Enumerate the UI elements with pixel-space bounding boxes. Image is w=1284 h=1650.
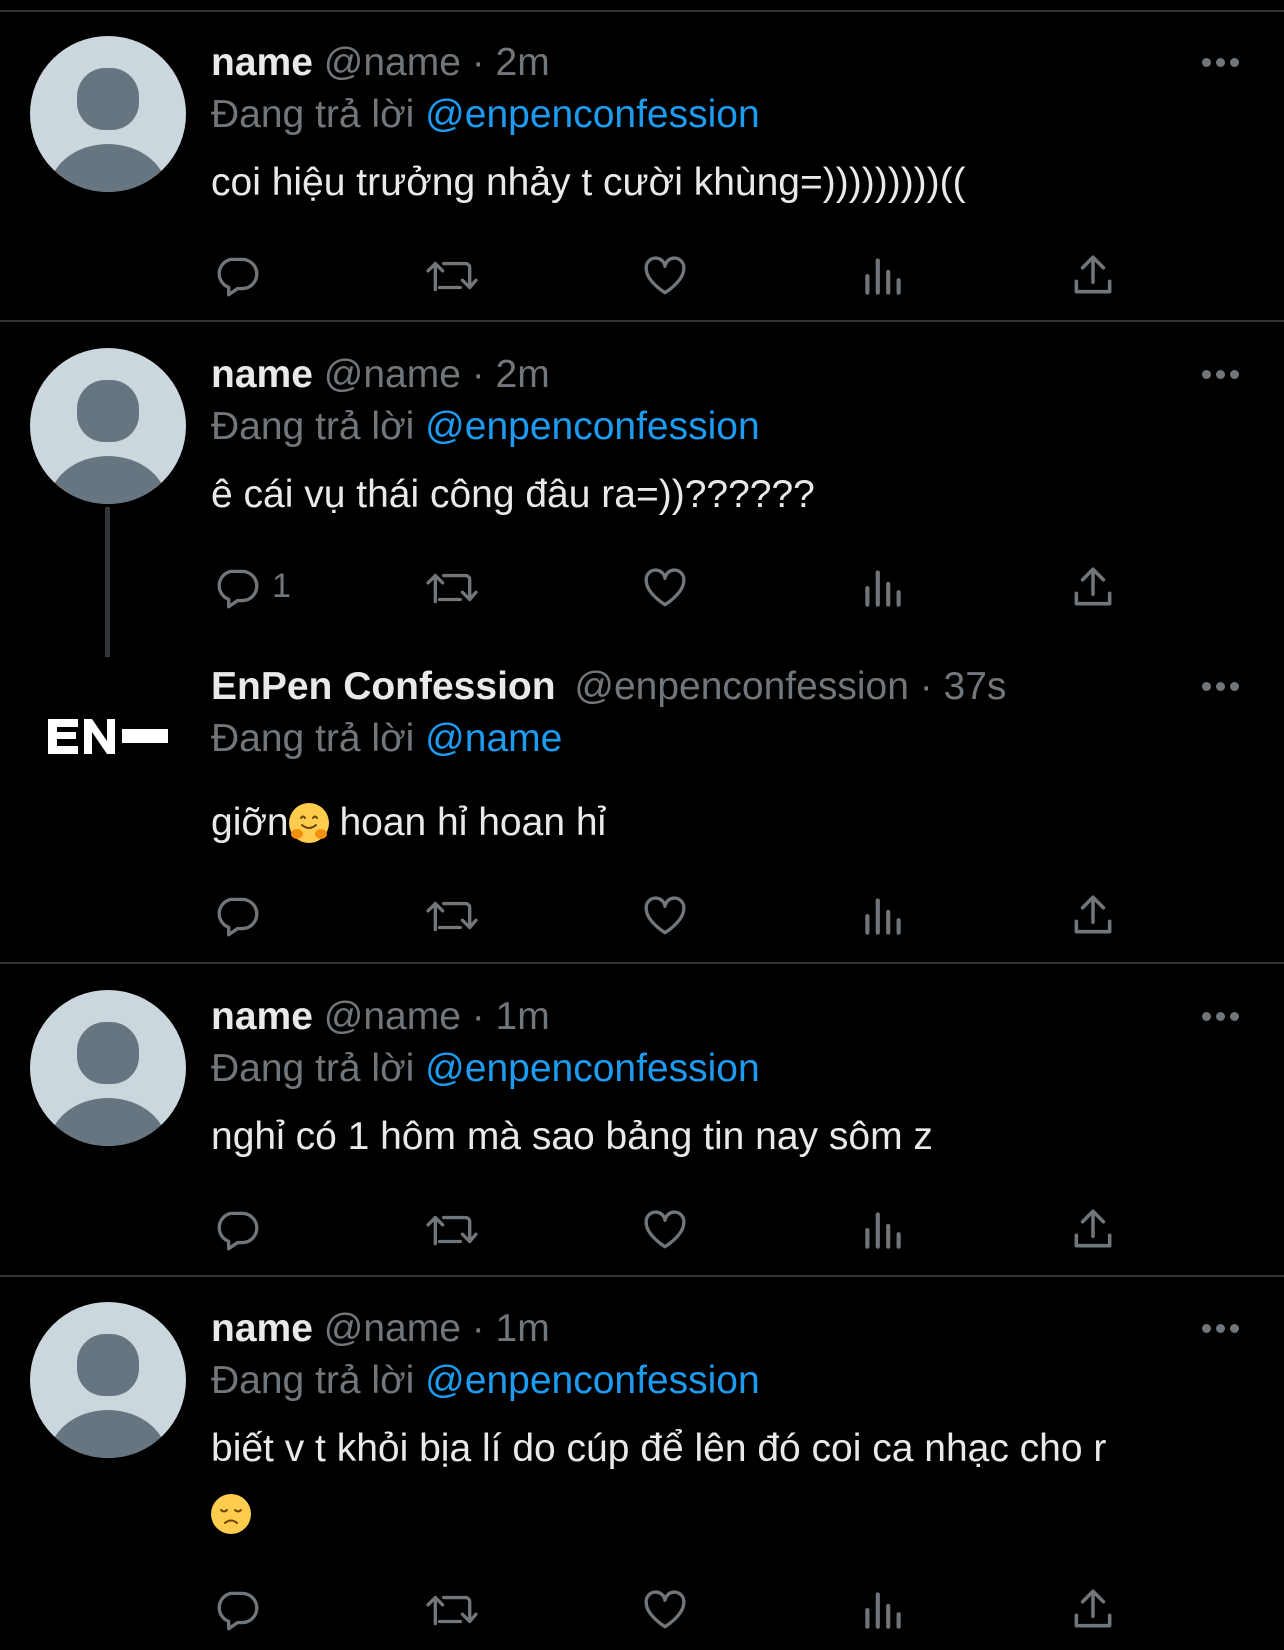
replying-to: Đang trả lời @enpenconfession bbox=[211, 401, 760, 453]
replying-to-label: Đang trả lời bbox=[211, 405, 415, 448]
action-bar bbox=[0, 1202, 1284, 1254]
tweet-header: name @name · 2m bbox=[211, 37, 550, 89]
retweet-icon bbox=[426, 901, 478, 932]
handle-time: @name · 1m bbox=[323, 1307, 550, 1350]
heart-icon bbox=[644, 896, 686, 935]
share-icon bbox=[1074, 895, 1112, 934]
reply-mention-link[interactable]: @enpenconfession bbox=[425, 1359, 760, 1402]
display-name[interactable]: name bbox=[211, 41, 313, 84]
tweet-text: giỡn hoan hỉ hoan hỉ bbox=[211, 797, 606, 849]
reply-mention-link[interactable]: @enpenconfession bbox=[425, 93, 760, 136]
action-bar: 1 bbox=[0, 560, 1284, 612]
reply-button[interactable]: 1 bbox=[212, 560, 302, 612]
heart-icon bbox=[644, 568, 686, 607]
tweet-header: name @name · 1m bbox=[211, 991, 550, 1043]
views-icon bbox=[865, 1212, 901, 1249]
views-icon bbox=[865, 258, 901, 295]
heart-icon bbox=[644, 1590, 686, 1629]
display-name[interactable]: name bbox=[211, 995, 313, 1038]
handle-time: @name · 2m bbox=[323, 41, 550, 84]
hugging-face-emoji bbox=[288, 803, 329, 843]
more-icon[interactable] bbox=[1202, 1010, 1242, 1022]
retweet-icon bbox=[426, 1595, 478, 1626]
more-icon[interactable] bbox=[1202, 1322, 1242, 1334]
action-bar bbox=[0, 1582, 1284, 1634]
replying-to-label: Đang trả lời bbox=[211, 93, 415, 136]
avatar[interactable] bbox=[30, 36, 186, 192]
share-icon bbox=[1074, 1209, 1112, 1248]
enpen-logo[interactable] bbox=[48, 718, 168, 758]
action-bar bbox=[0, 888, 1284, 940]
reply-mention-link[interactable]: @enpenconfession bbox=[425, 405, 760, 448]
retweet-icon bbox=[426, 261, 478, 292]
reply-icon bbox=[217, 1591, 259, 1631]
replying-to-label: Đang trả lời bbox=[211, 1047, 415, 1090]
tweet-divider bbox=[0, 962, 1284, 964]
replying-to: Đang trả lời @enpenconfession bbox=[211, 1355, 760, 1407]
retweet-icon bbox=[426, 573, 478, 604]
tweet-header: name @name · 2m bbox=[211, 349, 550, 401]
share-icon bbox=[1074, 1589, 1112, 1628]
reply-icon bbox=[217, 569, 259, 609]
reply-icon bbox=[217, 1211, 259, 1251]
tweet-header: EnPen Confession @enpenconfession · 37s bbox=[211, 661, 1006, 713]
display-name[interactable]: name bbox=[211, 353, 313, 396]
more-icon[interactable] bbox=[1202, 680, 1242, 692]
avatar[interactable] bbox=[30, 348, 186, 504]
views-icon bbox=[865, 1592, 901, 1629]
reply-mention-link[interactable]: @enpenconfession bbox=[425, 1047, 760, 1090]
avatar[interactable] bbox=[30, 1302, 186, 1458]
replying-to: Đang trả lời @enpenconfession bbox=[211, 1043, 760, 1095]
tweet-text-line-2 bbox=[211, 1488, 251, 1540]
views-icon bbox=[865, 898, 901, 935]
tweet-divider bbox=[0, 1275, 1284, 1277]
views-icon bbox=[865, 570, 901, 607]
tweet-text-end: hoan hỉ hoan hỉ bbox=[328, 801, 607, 844]
reply-mention-link[interactable]: @name bbox=[425, 717, 562, 760]
avatar[interactable] bbox=[30, 990, 186, 1146]
tweet-text: ê cái vụ thái công đâu ra=))?????? bbox=[211, 473, 815, 516]
handle-time: @name · 2m bbox=[323, 353, 550, 396]
replying-to: Đang trả lời @enpenconfession bbox=[211, 89, 760, 141]
replying-to: Đang trả lời @name bbox=[211, 713, 562, 765]
tweet-divider bbox=[0, 320, 1284, 322]
more-icon[interactable] bbox=[1202, 368, 1242, 380]
more-icon[interactable] bbox=[1202, 56, 1242, 68]
replying-to-label: Đang trả lời bbox=[211, 1359, 415, 1402]
heart-icon bbox=[644, 256, 686, 295]
share-icon bbox=[1074, 255, 1112, 294]
reply-icon bbox=[217, 897, 259, 937]
reply-icon bbox=[217, 257, 259, 297]
display-name[interactable]: name bbox=[211, 1307, 313, 1350]
tweet-text-start: giỡn bbox=[211, 801, 289, 844]
share-icon bbox=[1074, 567, 1112, 606]
heart-icon bbox=[644, 1210, 686, 1249]
replying-to-label: Đang trả lời bbox=[211, 717, 415, 760]
retweet-icon bbox=[426, 1215, 478, 1246]
disappointed-face-emoji bbox=[211, 1494, 251, 1534]
handle-time: @enpenconfession · 37s bbox=[574, 665, 1007, 708]
tweet-text: nghỉ có 1 hôm mà sao bảng tin nay sôm z bbox=[211, 1115, 933, 1158]
action-bar bbox=[0, 248, 1284, 300]
tweet-text: coi hiệu trưởng nhảy t cười khùng=))))))… bbox=[211, 161, 966, 204]
reply-count: 1 bbox=[272, 567, 291, 605]
top-divider bbox=[0, 10, 1284, 12]
handle-time: @name · 1m bbox=[323, 995, 550, 1038]
tweet-text: biết v t khỏi bịa lí do cúp để lên đó co… bbox=[211, 1427, 1107, 1470]
display-name[interactable]: EnPen Confession bbox=[211, 665, 556, 708]
tweet-header: name @name · 1m bbox=[211, 1303, 550, 1355]
